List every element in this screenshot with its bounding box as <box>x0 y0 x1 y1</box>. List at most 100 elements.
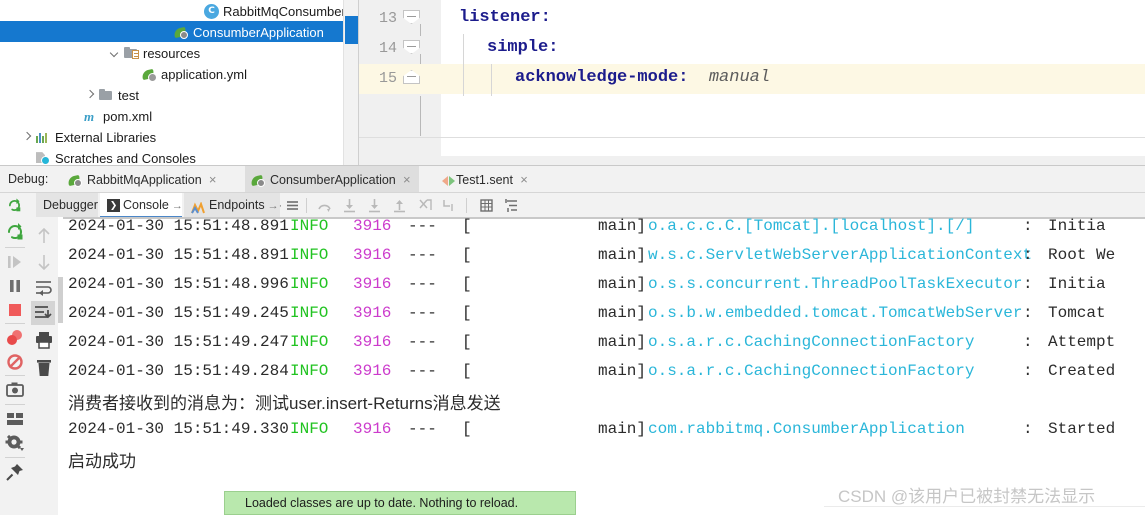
debug-tab-close-icon[interactable]: × <box>401 166 413 193</box>
console-toolbar[interactable]: Debugger ❯ Console →· Endpoints →· <box>0 192 1145 218</box>
layout-icon[interactable] <box>4 408 26 430</box>
pause-program-icon[interactable] <box>4 275 26 297</box>
clear-all-icon[interactable] <box>33 357 55 379</box>
debug-tab-close-icon[interactable]: × <box>518 166 530 193</box>
debug-label: Debug: <box>8 172 49 186</box>
log-level: INFO <box>290 275 329 293</box>
tree-item-label: test <box>118 88 139 104</box>
log-thread: main] <box>598 362 647 380</box>
chevron-down-icon[interactable] <box>110 48 121 59</box>
fold-marker[interactable] <box>403 10 420 27</box>
log-message: Started <box>1048 420 1116 438</box>
print-icon[interactable] <box>33 329 55 351</box>
log-thread: main] <box>598 304 647 322</box>
table-icon[interactable] <box>478 197 495 214</box>
debug-tab-close-icon[interactable]: × <box>207 166 219 193</box>
console-tab-debugger[interactable]: Debugger <box>36 193 98 218</box>
notification-balloon[interactable]: Loaded classes are up to date. Nothing t… <box>224 491 576 515</box>
fold-marker[interactable] <box>403 40 420 57</box>
menu-icon[interactable] <box>284 197 301 214</box>
code-line-14[interactable]: simple: <box>441 34 1145 64</box>
screenshot-icon[interactable] <box>4 379 26 401</box>
editor-code-area[interactable]: listener: simple: acknowledge-mode: manual <box>441 0 1145 137</box>
stop-program-icon[interactable] <box>4 299 26 321</box>
code-line-13[interactable]: listener: <box>441 4 1145 34</box>
code-line-text: listener: <box>459 8 551 27</box>
code-editor[interactable]: 13 14 15 listener: simple: acknowledge-mode:… <box>358 0 1145 166</box>
tree-item-test[interactable]: test <box>0 84 343 105</box>
debug-tab-consumberapplication[interactable]: ConsumberApplication × <box>245 166 419 193</box>
console-log-line: 2024-01-30 15:51:48.891 INFO 3916 --- [main]… <box>58 242 1145 271</box>
tree-item-external-libraries[interactable]: External Libraries <box>0 126 343 147</box>
yaml-colon: : <box>678 68 689 87</box>
run-to-cursor-icon <box>416 197 433 214</box>
tree-item-label: RabbitMqConsumber <box>223 4 343 20</box>
log-message: Root We <box>1048 246 1116 264</box>
editor-gutter[interactable]: 13 14 15 <box>359 0 441 137</box>
log-logger-class: o.s.a.r.c.CachingConnectionFactory <box>648 362 975 380</box>
console-log-line: 2024-01-30 15:51:48.891 INFO 3916 --- [main]… <box>58 217 1145 242</box>
toolbar-divider <box>5 247 25 248</box>
log-level: INFO <box>290 304 329 322</box>
debug-actions-toolbar[interactable] <box>0 217 30 515</box>
toolbar-divider-3 <box>5 375 25 376</box>
tree-item-application-yml[interactable]: application.yml <box>0 63 343 84</box>
debug-tab-test1-sent[interactable]: Test1.sent × <box>435 166 536 193</box>
tree-item-scratches-and-consoles[interactable]: Scratches and Consoles <box>0 147 343 165</box>
soft-wrap-icon[interactable] <box>33 277 55 299</box>
scroll-down-icon <box>33 251 55 273</box>
console-tab-pin-icon[interactable]: →· <box>268 200 283 212</box>
console-tab-console[interactable]: ❯ Console →· <box>100 193 187 218</box>
spring-boot-icon <box>251 173 266 188</box>
console-scrollbar-thumb[interactable] <box>58 277 63 323</box>
console-log-line: 2024-01-30 15:51:49.284 INFO 3916 --- [main]… <box>58 358 1145 387</box>
tree-item-rabbitmqconsumber[interactable]: C RabbitMqConsumber <box>0 0 343 21</box>
pin-icon[interactable] <box>4 461 26 483</box>
yaml-key: listener <box>459 8 541 27</box>
project-tree[interactable]: C RabbitMqConsumber ConsumberApplication re… <box>0 0 343 165</box>
view-breakpoints-icon[interactable] <box>4 327 26 349</box>
log-timestamp: 2024-01-30 15:51:48.891 <box>68 217 289 235</box>
tree-scrollbar-track[interactable] <box>343 0 359 165</box>
tree-item-label: resources <box>143 46 201 62</box>
console-tab-endpoints[interactable]: Endpoints →· <box>184 193 283 218</box>
log-timestamp: 2024-01-30 15:51:49.245 <box>68 304 289 322</box>
toolbar-divider-2 <box>5 323 25 324</box>
rerun-icon[interactable] <box>4 221 26 243</box>
log-separator: --- <box>408 420 437 438</box>
log-separator: --- <box>408 304 437 322</box>
tree-item-resources[interactable]: resources <box>0 42 343 63</box>
console-actions-toolbar[interactable] <box>30 217 59 515</box>
log-level: INFO <box>290 217 329 235</box>
console-output[interactable]: 2024-01-30 15:51:48.891 INFO 3916 ---[main]… <box>58 217 1145 515</box>
debug-tab-label: Test1.sent <box>456 173 513 187</box>
debug-tab-rabbitmqapplication[interactable]: RabbitMqApplication × <box>62 166 225 193</box>
step-out-icon <box>391 197 408 214</box>
debug-session-tabs[interactable]: Debug: RabbitMqApplication × ConsumberAppl… <box>0 165 1145 193</box>
log-timestamp: 2024-01-30 15:51:49.284 <box>68 362 289 380</box>
scroll-to-end-icon[interactable] <box>31 301 55 325</box>
tree-scrollbar-thumb[interactable] <box>345 16 358 44</box>
log-message-separator: : <box>1023 304 1033 322</box>
console-scrollbar-track[interactable] <box>58 217 63 515</box>
tree-item-pom-xml[interactable]: m pom.xml <box>0 105 343 126</box>
fold-marker[interactable] <box>403 70 420 87</box>
code-line-15[interactable]: acknowledge-mode: manual <box>441 64 1145 94</box>
chevron-right-icon[interactable] <box>22 132 33 143</box>
yaml-key: acknowledge-mode <box>515 68 679 87</box>
yaml-file-icon <box>142 67 157 83</box>
filter-icon[interactable] <box>503 197 520 214</box>
gutter-line-13: 13 <box>359 4 441 34</box>
tree-item-label: External Libraries <box>55 130 157 146</box>
chevron-right-icon[interactable] <box>85 90 96 101</box>
folder-icon <box>99 88 114 103</box>
rerun-icon[interactable] <box>6 197 23 214</box>
log-thread: main] <box>598 333 647 351</box>
settings-icon[interactable] <box>4 432 26 454</box>
tree-item-label: ConsumberApplication <box>193 25 324 41</box>
log-pid: 3916 <box>353 362 392 380</box>
mute-breakpoints-icon[interactable] <box>4 351 26 373</box>
tree-item-consumberapplication[interactable]: ConsumberApplication <box>0 21 343 42</box>
watermark-text: CSDN @该用户已被封禁无法显示 <box>838 487 1096 506</box>
